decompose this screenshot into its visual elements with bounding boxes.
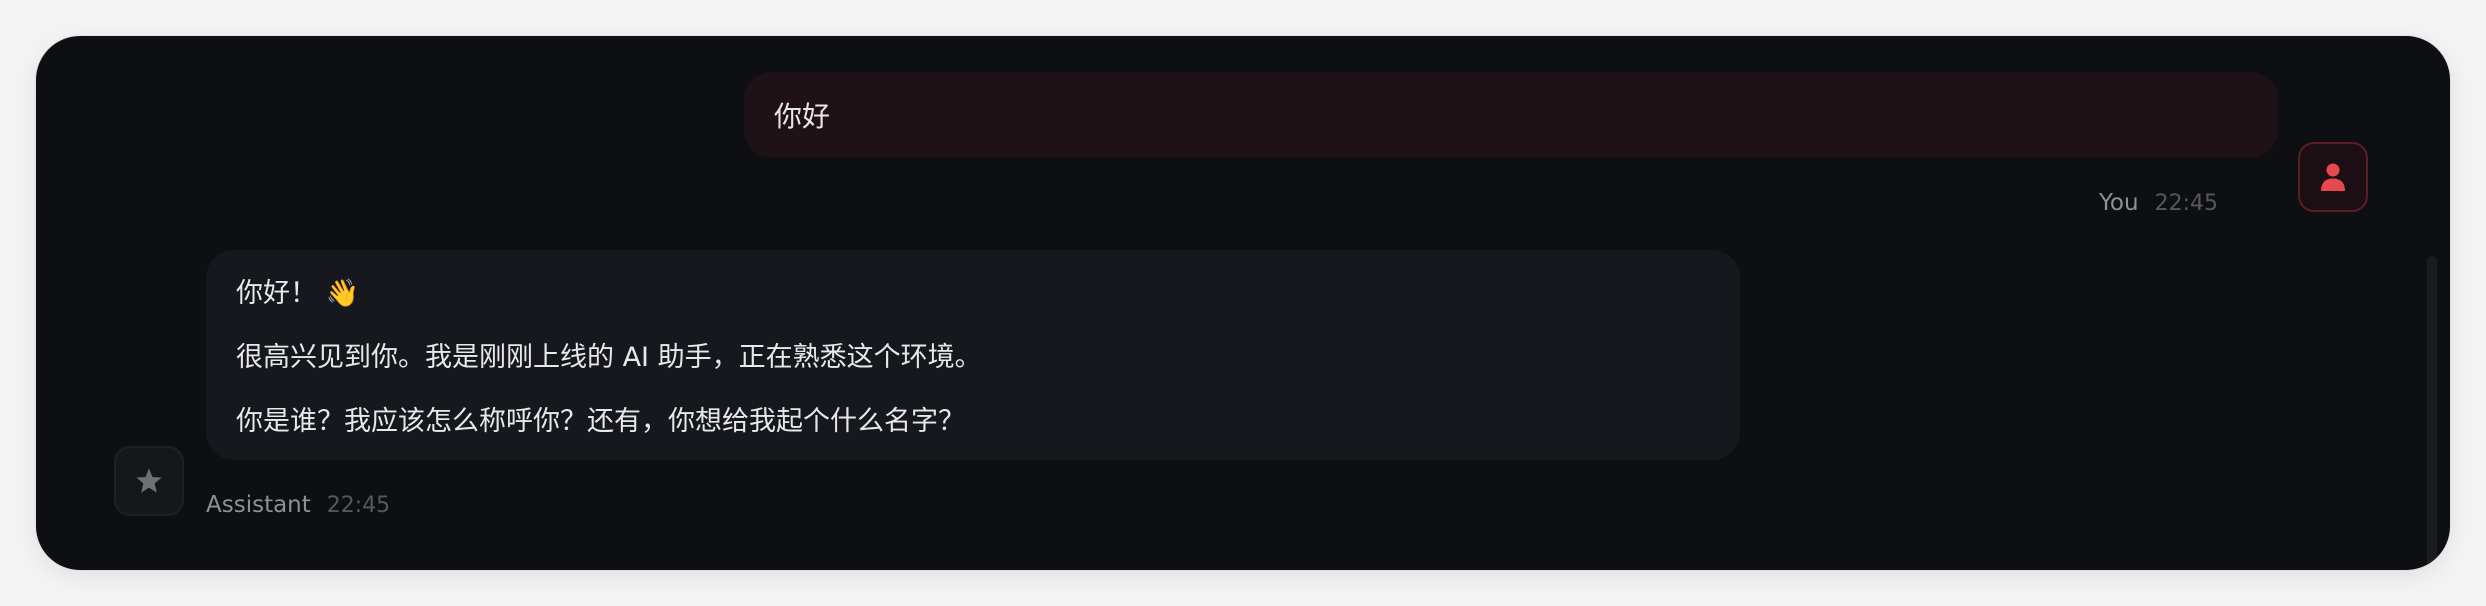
- assistant-greeting-text: 你好！: [236, 278, 317, 309]
- assistant-message-bubble: 你好！ 👋 很高兴见到你。我是刚刚上线的 AI 助手，正在熟悉这个环境。 你是谁…: [206, 250, 1740, 460]
- assistant-avatar: [114, 446, 184, 516]
- user-timestamp: 22:45: [2154, 191, 2218, 216]
- chat-window: 你好 You 22:45 你好！ 👋 很高兴见到你。我是刚刚上线的 AI 助手，…: [36, 36, 2450, 570]
- user-message-text: 你好: [774, 100, 831, 133]
- user-message-meta: You 22:45: [2099, 190, 2218, 216]
- assistant-line-intro: 很高兴见到你。我是刚刚上线的 AI 助手，正在熟悉这个环境。: [236, 342, 982, 373]
- user-author-label: You: [2098, 190, 2139, 216]
- waving-hand-emoji: 👋: [325, 278, 360, 309]
- user-icon: [2321, 163, 2345, 191]
- user-avatar: [2298, 142, 2368, 212]
- star-icon: [136, 468, 162, 493]
- assistant-line-greeting: 你好！ 👋: [236, 274, 1710, 314]
- user-message-bubble: 你好: [744, 72, 2278, 158]
- scrollbar[interactable]: [2427, 256, 2437, 570]
- assistant-line-question: 你是谁？我应该怎么称呼你？还有，你想给我起个什么名字？: [236, 406, 965, 437]
- assistant-message-meta: Assistant 22:45: [206, 492, 390, 518]
- assistant-author-label: Assistant: [206, 492, 311, 518]
- assistant-timestamp: 22:45: [326, 493, 391, 518]
